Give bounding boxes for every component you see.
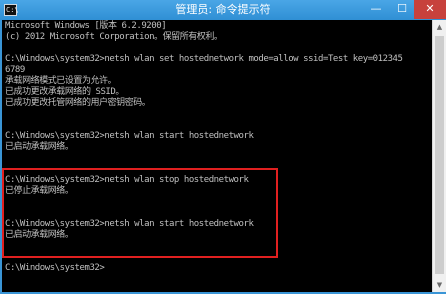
console-line: 已成功更改承载网络的 SSID。	[5, 87, 124, 97]
console-output[interactable]: Microsoft Windows [版本 6.2.9200] (c) 2012…	[2, 20, 432, 292]
cmd-window: C:\ 管理员: 命令提示符 — ☐ ✕ Microsoft Windows […	[0, 0, 446, 294]
console-line: C:\Windows\system32>netsh wlan start hos…	[5, 131, 254, 141]
console-line: 已成功更改托管网络的用户密钥密码。	[5, 98, 151, 108]
scroll-thumb[interactable]	[435, 36, 444, 274]
console-line: 已启动承载网络。	[5, 142, 74, 152]
console-line: C:\Windows\system32>	[5, 263, 105, 273]
maximize-button[interactable]: ☐	[388, 0, 416, 19]
vertical-scrollbar[interactable]: ▲ ▼	[432, 20, 446, 292]
close-button[interactable]: ✕	[414, 0, 446, 19]
console-line: 6789	[5, 65, 25, 75]
scroll-up-icon[interactable]: ▲	[433, 20, 446, 34]
console-line: (c) 2012 Microsoft Corporation。保留所有权利。	[5, 32, 223, 42]
console-line: 承载网络模式已设置为允许。	[5, 76, 117, 86]
console-line: C:\Windows\system32>netsh wlan set hoste…	[5, 54, 403, 64]
scroll-down-icon[interactable]: ▼	[433, 278, 446, 292]
highlight-box	[2, 168, 278, 258]
console-line: Microsoft Windows [版本 6.2.9200]	[5, 21, 167, 31]
title-bar[interactable]: C:\ 管理员: 命令提示符 — ☐ ✕	[0, 0, 446, 20]
minimize-button[interactable]: —	[362, 0, 390, 19]
